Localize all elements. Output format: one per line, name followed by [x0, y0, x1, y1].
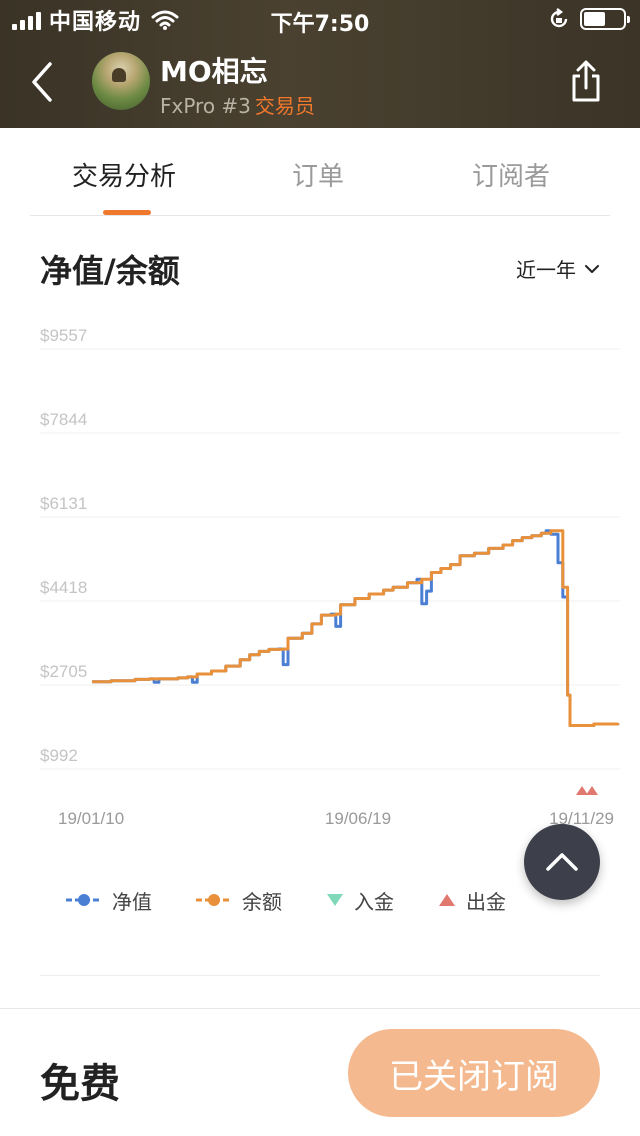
trader-header: 中国移动 下午7:50 MO相忘 FxPro #3 交易员 [0, 0, 640, 128]
tab-bar: 交易分析 订单 订阅者 [30, 128, 610, 216]
trader-name: MO相忘 [160, 55, 268, 88]
time-range-value: 近一年 [516, 258, 576, 282]
section-divider [40, 975, 600, 976]
rotation-lock-icon [550, 8, 568, 28]
battery-icon [580, 8, 630, 30]
y-tick-label: $6131 [40, 494, 87, 513]
balance-series-line [92, 529, 620, 727]
section-title: 净值/余额 [40, 252, 180, 290]
legend-equity[interactable]: 净值 [66, 886, 152, 915]
time-range-dropdown[interactable]: 近一年 [516, 254, 600, 283]
tab-subscribers[interactable]: 订阅者 [472, 156, 550, 193]
active-tab-indicator [103, 210, 151, 215]
balance-line-icon [196, 894, 232, 906]
legend-deposit[interactable]: 入金 [326, 886, 394, 915]
tab-orders[interactable]: 订单 [292, 156, 344, 193]
status-bar: 中国移动 下午7:50 [0, 0, 640, 40]
equity-series-line [92, 529, 620, 727]
avatar[interactable] [92, 52, 150, 110]
share-icon [572, 60, 600, 102]
bottom-bar: 免费 已关闭订阅 [0, 1008, 640, 1136]
equity-balance-chart[interactable]: $9557 $7844 $6131 $4418 $2705 $992 19/01/10 19/… [0, 320, 640, 840]
legend-balance-label: 余额 [242, 889, 282, 914]
x-tick-label: 19/01/10 [58, 809, 124, 828]
y-tick-label: $4418 [40, 578, 87, 597]
chevron-up-icon [546, 853, 578, 871]
triangle-down-icon [327, 894, 343, 906]
trader-subtitle: FxPro #3 交易员 [160, 90, 315, 119]
chart-legend: 净值 余额 入金 出金 [66, 884, 550, 916]
withdraw-marker [576, 786, 588, 795]
legend-withdraw[interactable]: 出金 [438, 886, 506, 915]
y-tick-label: $7844 [40, 410, 87, 429]
y-tick-label: $992 [40, 746, 78, 765]
subscribe-button[interactable]: 已关闭订阅 [348, 1029, 600, 1117]
triangle-up-icon [439, 894, 455, 906]
withdraw-marker [586, 786, 598, 795]
legend-withdraw-label: 出金 [466, 889, 506, 914]
tab-analysis[interactable]: 交易分析 [72, 156, 176, 193]
back-button[interactable] [22, 60, 62, 104]
broker-account: FxPro #3 [160, 94, 251, 118]
share-button[interactable] [568, 60, 608, 104]
chevron-left-icon [32, 62, 52, 102]
chevron-down-icon [585, 264, 599, 273]
legend-deposit-label: 入金 [354, 889, 394, 914]
trader-role-badge: 交易员 [254, 94, 315, 118]
status-time: 下午7:50 [270, 12, 370, 37]
legend-equity-label: 净值 [112, 889, 152, 914]
subscription-price: 免费 [40, 1061, 120, 1107]
y-tick-label: $9557 [40, 326, 87, 345]
y-tick-label: $2705 [40, 662, 87, 681]
nav-row: MO相忘 FxPro #3 交易员 [0, 44, 640, 124]
x-tick-label: 19/06/19 [325, 809, 391, 828]
scroll-to-top-button[interactable] [524, 824, 600, 900]
legend-balance[interactable]: 余额 [196, 886, 282, 915]
equity-line-icon [66, 894, 102, 906]
